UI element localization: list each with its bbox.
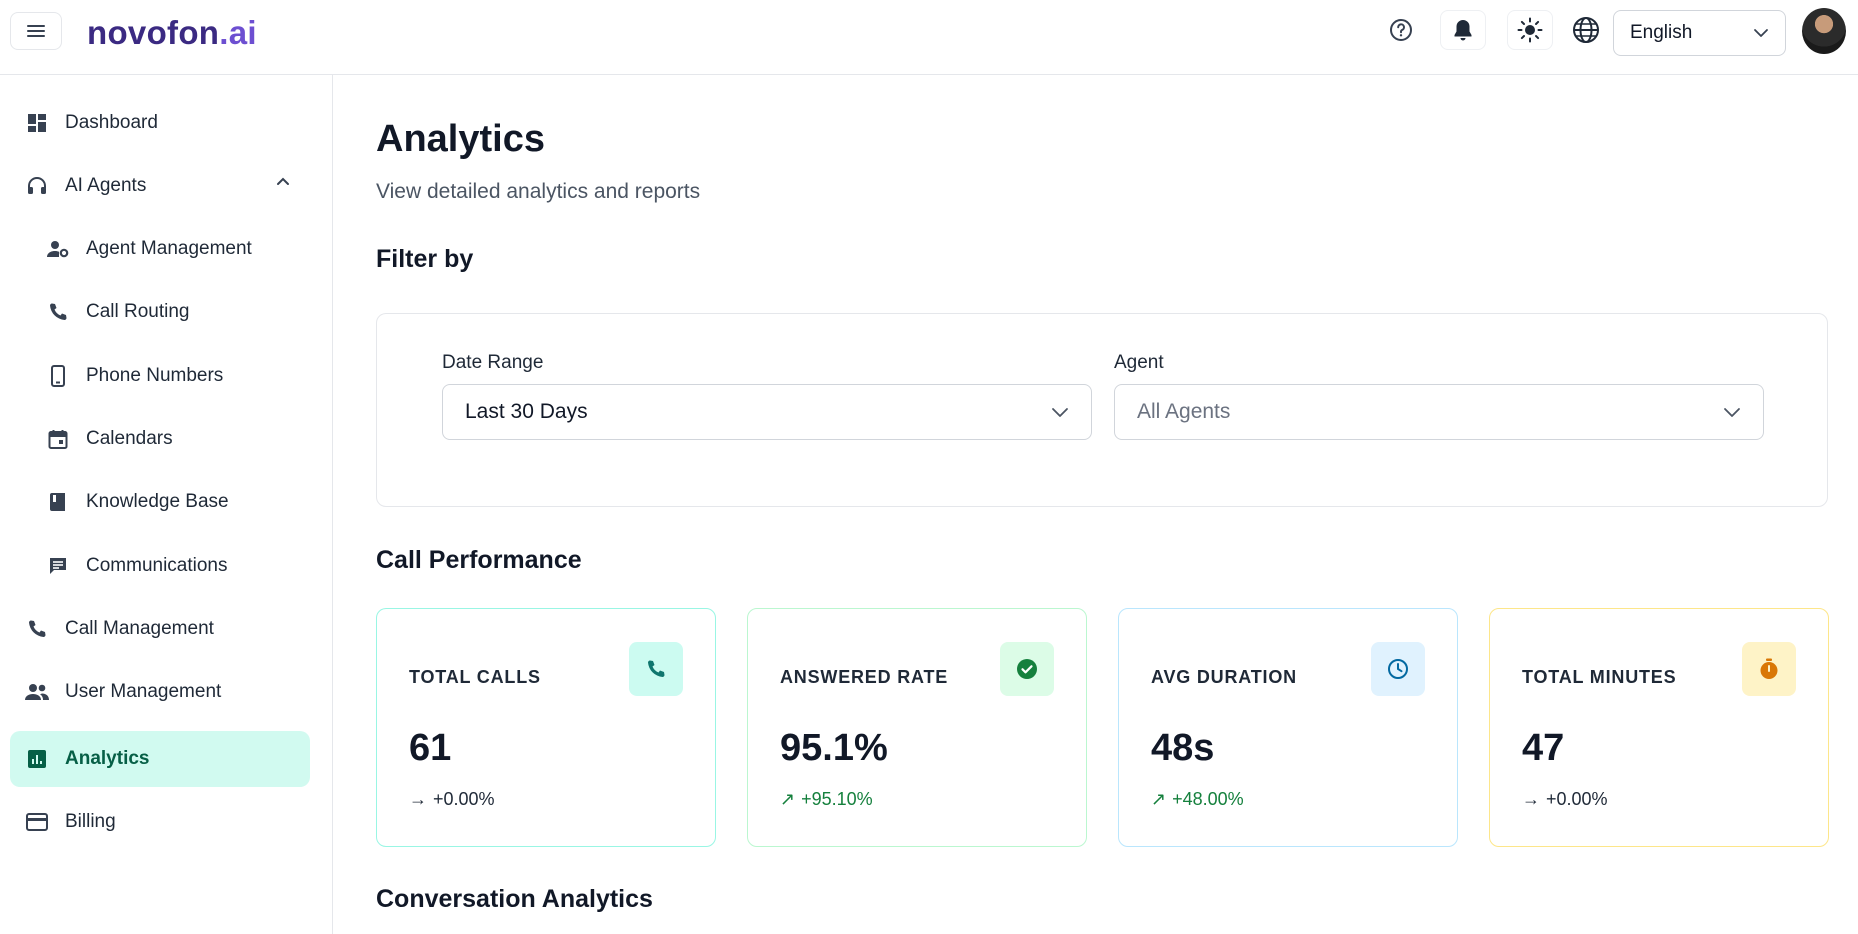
filter-section-title: Filter by <box>376 245 474 273</box>
stat-change-value: +0.00% <box>1546 789 1608 809</box>
sidebar-item-agent-management[interactable]: Agent Management <box>31 221 310 277</box>
sidebar-item-label: Billing <box>65 811 116 832</box>
trend-up-icon: ↗ <box>1151 789 1167 809</box>
help-button[interactable] <box>1378 10 1424 50</box>
hamburger-icon <box>27 25 45 37</box>
timer-icon <box>1742 642 1796 696</box>
trend-up-icon: ↗ <box>780 789 796 809</box>
sidebar-item-label: Call Routing <box>86 301 190 322</box>
sidebar-item-call-management[interactable]: Call Management <box>10 601 310 657</box>
stat-change: ↗ +48.00% <box>1151 789 1244 810</box>
agent-label: Agent <box>1114 352 1164 373</box>
stat-card-avg-duration: AVG DURATION 48s ↗ +48.00% <box>1118 608 1458 847</box>
chevron-down-icon <box>1724 407 1740 417</box>
notifications-button[interactable] <box>1440 10 1486 50</box>
stat-value: 61 <box>409 727 452 769</box>
chevron-down-icon <box>1754 29 1768 37</box>
language-select[interactable]: English <box>1613 10 1786 56</box>
bell-icon <box>1454 20 1472 41</box>
sidebar-item-label: Knowledge Base <box>86 491 229 512</box>
language-select-value: English <box>1630 22 1693 43</box>
page-title: Analytics <box>376 118 545 160</box>
sidebar-item-label: AI Agents <box>65 175 147 196</box>
sun-icon <box>1517 17 1543 43</box>
stat-label: TOTAL MINUTES <box>1522 667 1677 687</box>
phone-icon <box>46 300 70 324</box>
sidebar-item-label: Analytics <box>65 748 150 769</box>
agent-settings-icon <box>46 237 70 261</box>
headset-icon <box>25 174 49 198</box>
check-circle-icon <box>1000 642 1054 696</box>
sidebar-item-knowledge-base[interactable]: Knowledge Base <box>31 474 310 530</box>
call-performance-title: Call Performance <box>376 546 582 574</box>
chat-icon <box>46 554 70 578</box>
sidebar-item-dashboard[interactable]: Dashboard <box>10 95 310 151</box>
sidebar-item-user-management[interactable]: User Management <box>10 664 310 720</box>
menu-toggle-button[interactable] <box>10 12 62 50</box>
phone-icon <box>25 617 49 641</box>
sidebar-item-label: Agent Management <box>86 238 252 259</box>
stat-change: ↗ +95.10% <box>780 789 873 810</box>
stat-label: ANSWERED RATE <box>780 667 949 687</box>
stat-change: → +0.00% <box>409 789 495 810</box>
conversation-analytics-title: Conversation Analytics <box>376 885 653 913</box>
stat-label: AVG DURATION <box>1151 667 1297 687</box>
top-bar: novofon.ai English <box>0 0 1858 75</box>
sidebar-item-label: Calendars <box>86 428 173 449</box>
sidebar-item-analytics[interactable]: Analytics <box>10 731 310 787</box>
sidebar-item-call-routing[interactable]: Call Routing <box>31 284 310 340</box>
stat-change-value: +48.00% <box>1172 789 1244 809</box>
help-icon <box>1390 19 1412 41</box>
page-subtitle: View detailed analytics and reports <box>376 180 701 203</box>
filter-card: Date Range Last 30 Days Agent All Agents <box>376 313 1828 507</box>
stat-change-value: +0.00% <box>433 789 495 809</box>
sidebar-item-label: User Management <box>65 681 222 702</box>
calendar-icon <box>46 427 70 451</box>
mobile-icon <box>46 364 70 388</box>
credit-card-icon <box>25 810 49 834</box>
stat-label: TOTAL CALLS <box>409 667 541 687</box>
agent-select-placeholder: All Agents <box>1137 400 1231 423</box>
language-button[interactable] <box>1563 10 1609 50</box>
theme-toggle-button[interactable] <box>1507 10 1553 50</box>
sidebar-item-phone-numbers[interactable]: Phone Numbers <box>31 348 310 404</box>
stat-card-total-calls: TOTAL CALLS 61 → +0.00% <box>376 608 716 847</box>
sidebar-item-label: Call Management <box>65 618 214 639</box>
analytics-icon <box>25 747 49 771</box>
stat-value: 95.1% <box>780 727 888 769</box>
users-icon <box>25 680 49 704</box>
brand-logo[interactable]: novofon.ai <box>87 14 257 52</box>
sidebar-item-label: Phone Numbers <box>86 365 224 386</box>
globe-icon <box>1573 17 1599 43</box>
trend-flat-icon: → <box>409 789 427 809</box>
sidebar-item-label: Communications <box>86 555 228 576</box>
sidebar-item-billing[interactable]: Billing <box>10 794 310 850</box>
dashboard-icon <box>25 111 49 135</box>
stat-change-value: +95.10% <box>801 789 873 809</box>
stat-change: → +0.00% <box>1522 789 1608 810</box>
sidebar: Dashboard AI Agents Agent Management Cal… <box>0 75 333 934</box>
stat-value: 47 <box>1522 727 1565 769</box>
agent-select[interactable]: All Agents <box>1114 384 1764 440</box>
trend-flat-icon: → <box>1522 789 1540 809</box>
date-range-value: Last 30 Days <box>465 400 588 423</box>
phone-icon <box>629 642 683 696</box>
user-avatar[interactable] <box>1802 8 1846 54</box>
sidebar-item-communications[interactable]: Communications <box>31 538 310 594</box>
date-range-select[interactable]: Last 30 Days <box>442 384 1092 440</box>
sidebar-item-calendars[interactable]: Calendars <box>31 411 310 467</box>
clock-icon <box>1371 642 1425 696</box>
chevron-down-icon <box>1052 407 1068 417</box>
stat-value: 48s <box>1151 727 1215 769</box>
stat-card-answered-rate: ANSWERED RATE 95.1% ↗ +95.10% <box>747 608 1087 847</box>
chevron-up-icon <box>277 177 289 185</box>
stat-card-total-minutes: TOTAL MINUTES 47 → +0.00% <box>1489 608 1829 847</box>
sidebar-item-ai-agents[interactable]: AI Agents <box>10 158 310 214</box>
main-content: Analytics View detailed analytics and re… <box>333 75 1858 934</box>
date-range-label: Date Range <box>442 352 544 373</box>
book-icon <box>46 490 70 514</box>
sidebar-item-label: Dashboard <box>65 112 158 133</box>
